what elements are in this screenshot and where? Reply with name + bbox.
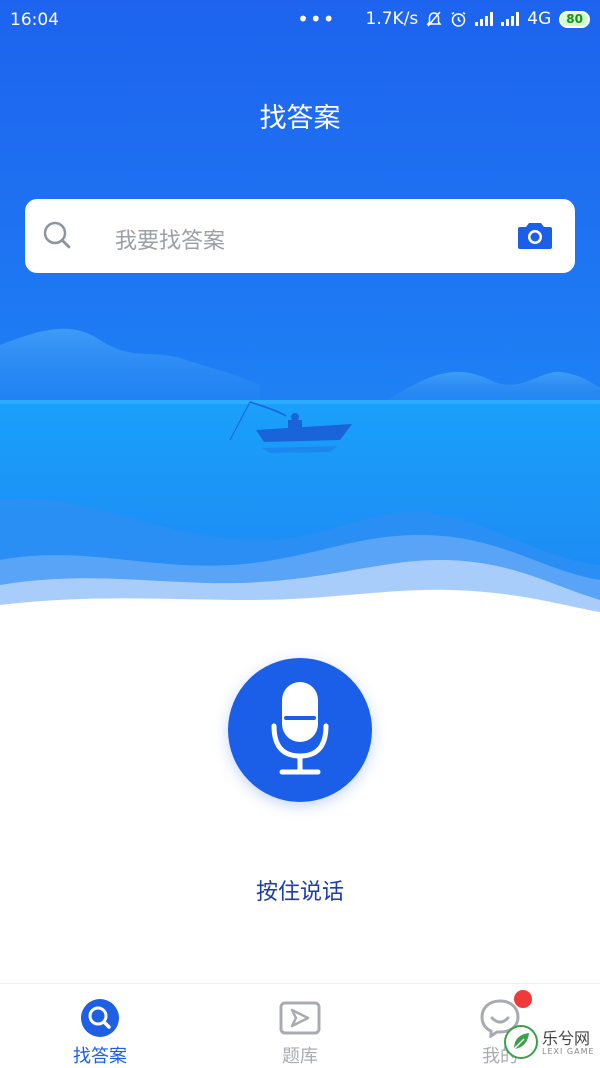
hold-to-talk-button[interactable] [228,658,372,802]
hold-to-talk-label: 按住说话 [255,880,344,905]
signal-icon [475,12,494,26]
watermark-sub: LEXI GAME [542,1047,595,1056]
more-dots-icon: ••• [297,7,336,31]
tab-label: 找答案 [73,1046,127,1067]
network-type: 4G [527,9,552,29]
notification-badge [514,990,532,1008]
alarm-icon [451,11,466,27]
hd-signal-icon [501,12,520,26]
search-icon [43,221,71,249]
mute-bell-icon [426,11,442,26]
search-placeholder[interactable]: 我要找答案 [115,223,225,255]
tab-label: 题库 [282,1046,318,1067]
status-time: 16:04 [10,10,59,30]
battery-icon: 80 [559,10,590,28]
search-tab-icon [81,999,119,1037]
search-bar[interactable]: 我要找答案 [25,199,575,273]
question-bank-icon [279,1001,321,1035]
camera-icon[interactable] [517,219,553,251]
lake-scene-illustration [0,328,600,620]
hero-banner: 16:04 ••• 1.7K/s 4G 80 找答案 我要找答案 [0,0,600,620]
status-indicators: ••• 1.7K/s 4G 80 [297,9,590,29]
watermark-logo: 乐兮网 LEXI GAME [504,1021,600,1067]
status-bar: 16:04 ••• 1.7K/s 4G 80 [0,0,600,40]
leaf-logo-icon [504,1025,538,1059]
microphone-icon [271,682,329,775]
tab-question-bank[interactable]: 题库 [240,984,360,1068]
watermark-name: 乐兮网 [542,1029,591,1048]
tab-find-answer[interactable]: 找答案 [40,984,160,1068]
net-speed: 1.7K/s [365,9,419,29]
page-title: 找答案 [259,103,341,134]
